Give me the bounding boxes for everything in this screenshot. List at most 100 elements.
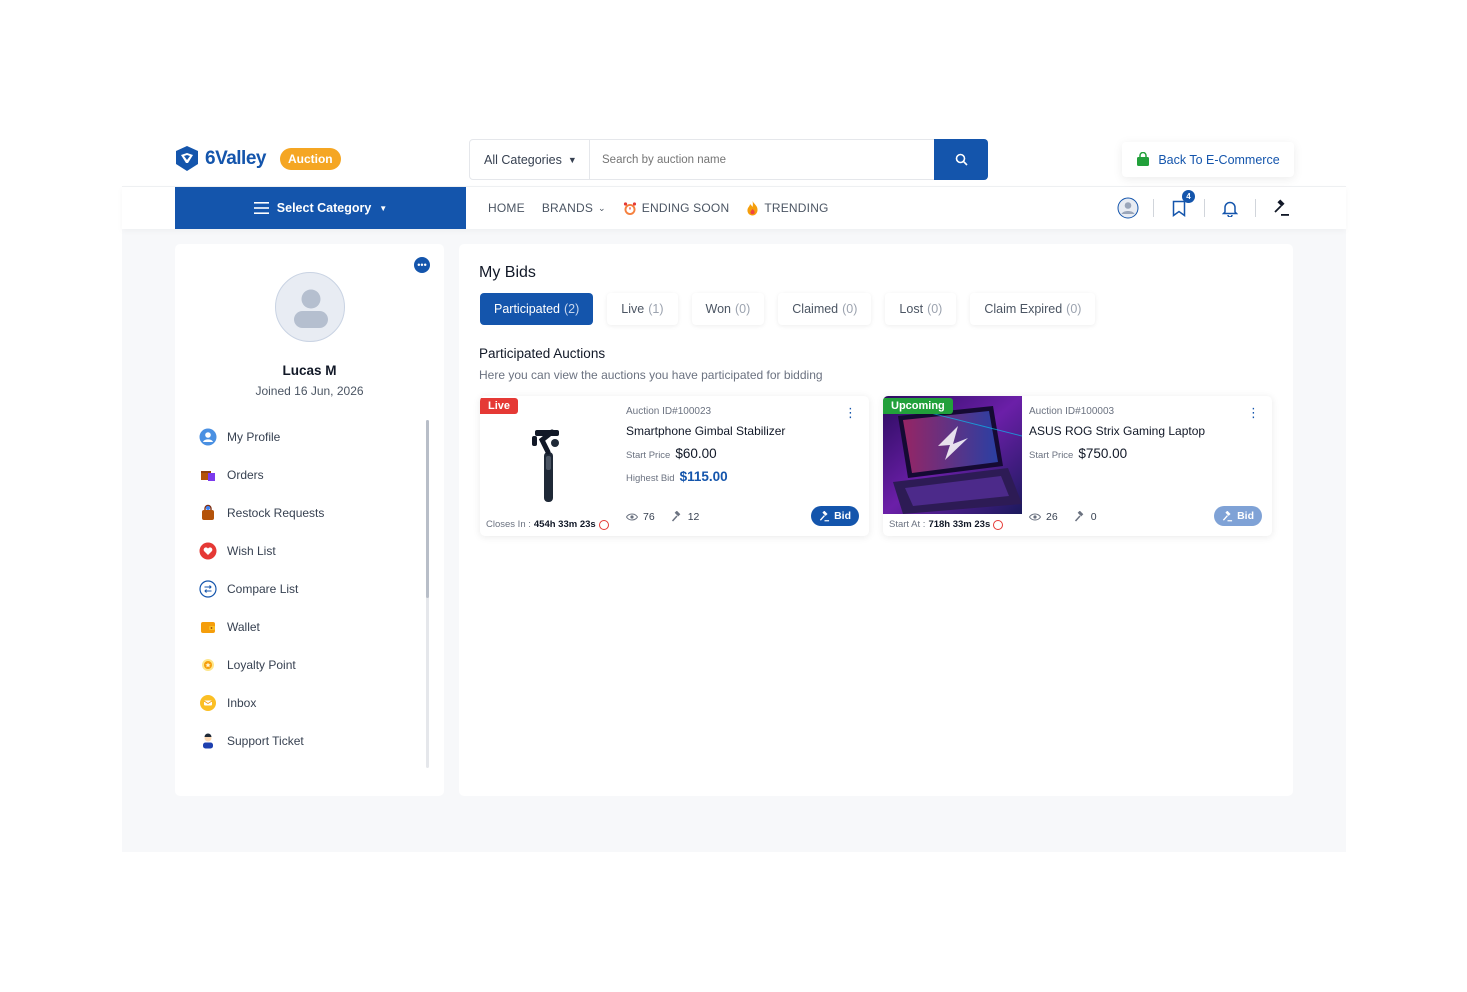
sidebar-item-restock-requests[interactable]: Restock Requests	[199, 494, 419, 532]
sidebar-item-label: Loyalty Point	[227, 658, 296, 672]
fire-icon	[747, 201, 758, 216]
auction-name[interactable]: Smartphone Gimbal Stabilizer	[626, 424, 856, 438]
auction-badge: Auction	[279, 147, 341, 170]
auction-card[interactable]: Live Closes In : 454h 33m 23s Auction ID…	[480, 396, 869, 536]
sidebar-item-label: Orders	[227, 468, 264, 482]
gavel-small-icon	[671, 511, 681, 522]
auction-timer: Start At : 718h 33m 23s	[889, 519, 1004, 530]
more-options-icon[interactable]: •••	[414, 257, 430, 273]
sidebar-item-my-profile[interactable]: My Profile	[199, 418, 419, 456]
tab-label: Claim Expired	[984, 302, 1063, 316]
bell-icon	[1222, 201, 1238, 217]
user-icon	[199, 428, 217, 446]
search-button[interactable]	[934, 139, 988, 180]
sidebar-item-loyalty-point[interactable]: Loyalty Point	[199, 646, 419, 684]
kebab-menu-icon[interactable]: ⋮	[844, 406, 857, 419]
section-subtitle: Here you can view the auctions you have …	[479, 368, 823, 382]
tab-participated[interactable]: Participated (2)	[480, 293, 594, 325]
auction-card[interactable]: Upcoming Start At : 718h 33m 23s Auction…	[883, 396, 1272, 536]
sidebar-item-label: Support Ticket	[227, 734, 304, 748]
tab-count: (2)	[564, 302, 580, 316]
loyalty-star-icon	[199, 656, 217, 674]
tab-count: (0)	[1066, 302, 1082, 316]
status-badge-live: Live	[480, 398, 519, 414]
wishlist-button[interactable]: 4	[1167, 190, 1195, 220]
chevron-down-icon: ⌄	[598, 202, 606, 213]
orders-box-icon	[199, 466, 217, 484]
bid-tabs: Participated (2) Live (1) Won (0) Claime…	[480, 293, 1096, 325]
views-count: 76	[643, 511, 655, 523]
back-to-ecommerce-button[interactable]: Back To E-Commerce	[1122, 142, 1294, 177]
wallet-icon	[199, 618, 217, 636]
timer-value: 718h 33m 23s	[928, 519, 991, 530]
search-input[interactable]	[590, 153, 934, 166]
bookmark-icon	[1172, 200, 1186, 217]
gavel-small-icon	[1074, 511, 1084, 522]
tab-label: Live	[621, 302, 645, 316]
views-count: 26	[1046, 511, 1058, 523]
highest-bid-value: $115.00	[679, 469, 728, 484]
tab-lost[interactable]: Lost (0)	[885, 293, 957, 325]
hamburger-menu-icon	[253, 202, 269, 214]
tab-claimed[interactable]: Claimed (0)	[778, 293, 872, 325]
tab-live[interactable]: Live (1)	[607, 293, 678, 325]
brand-logo[interactable]: 6Valley Auction	[175, 145, 341, 172]
sidebar-item-label: Restock Requests	[227, 506, 325, 520]
user-joined-date: Joined 16 Jun, 2026	[255, 384, 364, 398]
tab-won[interactable]: Won (0)	[691, 293, 765, 325]
start-price-row: Start Price $60.00	[626, 446, 856, 461]
sidebar-scrollbar-thumb[interactable]	[426, 420, 429, 598]
eye-icon	[626, 513, 638, 521]
start-price-label: Start Price	[1029, 450, 1074, 461]
select-category-button[interactable]: Select Category ▼	[175, 187, 466, 229]
sidebar-item-wish-list[interactable]: Wish List	[199, 532, 419, 570]
eye-icon	[1029, 513, 1041, 521]
bid-button[interactable]: Bid	[1214, 506, 1262, 526]
status-badge-upcoming: Upcoming	[883, 398, 953, 414]
highest-bid-label: Highest Bid	[626, 473, 675, 484]
auction-stats: 76 12	[626, 511, 699, 523]
views-stat: 26	[1029, 511, 1058, 523]
bid-button[interactable]: Bid	[811, 506, 859, 526]
nav-brands-link[interactable]: BRANDS ⌄	[542, 201, 606, 215]
nav-trending-label: TRENDING	[764, 201, 829, 215]
sidebar-item-support-ticket[interactable]: Support Ticket	[199, 722, 419, 760]
nav-actions: 4	[1116, 190, 1293, 221]
category-dropdown[interactable]: All Categories ▼	[470, 140, 590, 179]
sidebar-item-wallet[interactable]: Wallet	[199, 608, 419, 646]
gavel-small-icon	[1222, 510, 1233, 521]
bids-count: 12	[687, 511, 700, 523]
start-price-value: $750.00	[1078, 446, 1128, 461]
sidebar-item-inbox[interactable]: Inbox	[199, 684, 419, 722]
sidebar-item-label: Inbox	[227, 696, 257, 710]
logo-shield-icon	[176, 146, 198, 171]
divider	[1204, 199, 1205, 217]
search-bar: All Categories ▼	[469, 139, 988, 180]
sidebar-item-compare-list[interactable]: Compare List	[199, 570, 419, 608]
notifications-button[interactable]	[1218, 196, 1242, 220]
shopping-bag-icon	[1137, 152, 1150, 166]
alarm-clock-icon	[623, 201, 636, 215]
select-category-label: Select Category	[276, 201, 372, 215]
sidebar-menu: My Profile Orders Restock Requests Wish …	[199, 418, 419, 760]
bids-count: 0	[1090, 511, 1097, 523]
user-name: Lucas M	[282, 363, 337, 378]
nav-ending-soon-link[interactable]: ENDING SOON	[623, 201, 730, 216]
auction-name[interactable]: ASUS ROG Strix Gaming Laptop	[1029, 424, 1259, 438]
wishlist-count-badge: 4	[1182, 190, 1195, 203]
user-account-button[interactable]	[1116, 196, 1140, 220]
tab-label: Claimed	[792, 302, 839, 316]
divider	[1153, 199, 1154, 217]
search-icon	[955, 153, 968, 166]
kebab-menu-icon[interactable]: ⋮	[1247, 406, 1260, 419]
heart-icon	[199, 542, 217, 560]
auction-gavel-button[interactable]	[1269, 196, 1293, 220]
gavel-icon	[1274, 199, 1289, 216]
nav-home-link[interactable]: HOME	[488, 201, 525, 215]
sidebar-item-orders[interactable]: Orders	[199, 456, 419, 494]
tab-claim-expired[interactable]: Claim Expired (0)	[970, 293, 1096, 325]
page-title: My Bids	[479, 264, 536, 281]
default-avatar-icon	[294, 289, 328, 328]
nav-trending-link[interactable]: TRENDING	[746, 200, 828, 216]
clock-icon	[993, 519, 1004, 530]
